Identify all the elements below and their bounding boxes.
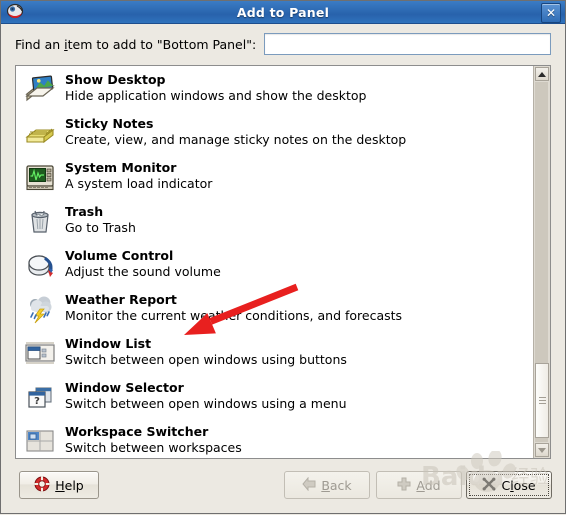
scrollbar-thumb[interactable]	[535, 362, 549, 439]
trash-icon	[24, 205, 56, 237]
title-bar[interactable]: Add to Panel ✕	[1, 1, 565, 24]
close-icon[interactable]: ✕	[541, 3, 561, 23]
sticky-notes-icon	[24, 117, 56, 149]
scroll-up-arrow[interactable]	[535, 67, 549, 81]
scrollbar-grip	[538, 395, 546, 406]
workspace-switcher-icon	[24, 425, 56, 457]
list-item[interactable]: System Monitor A system load indicator	[16, 157, 533, 201]
list-item-name: Show Desktop	[65, 72, 166, 87]
panel-app-icon	[4, 3, 26, 21]
list-item-description: Monitor the current weather conditions, …	[65, 308, 403, 323]
find-label-suffix: tem to add to "Bottom Panel":	[67, 36, 257, 52]
weather-report-icon	[24, 293, 56, 325]
window-title: Add to Panel	[236, 4, 330, 20]
search-input-wrapper[interactable]	[264, 33, 551, 55]
add-to-panel-dialog: Add to Panel ✕ Find an item to add to "B…	[0, 0, 566, 514]
system-monitor-icon	[24, 161, 56, 193]
close-button-label: Close	[501, 477, 536, 493]
list-item[interactable]: Trash Go to Trash	[16, 201, 533, 245]
list-item-name: Weather Report	[65, 292, 177, 307]
close-button[interactable]: Close	[466, 471, 552, 499]
help-button[interactable]: Help	[19, 471, 99, 499]
list-item[interactable]: ? Window Selector Switch between open win…	[16, 377, 533, 421]
close-glyph: ✕	[545, 6, 557, 20]
list-item-name: Trash	[65, 204, 104, 219]
list-item-description: Switch between open windows using button…	[65, 352, 347, 367]
help-button-label: Help	[55, 477, 84, 493]
list-item-name: Volume Control	[65, 248, 174, 263]
back-arrow-icon	[302, 476, 316, 494]
dialog-button-bar: Help Back Add Close	[1, 459, 565, 513]
list-item-name: Window Selector	[65, 380, 184, 395]
back-button-label: Back	[321, 477, 352, 493]
list-item-description: Switch between open windows using a menu	[65, 396, 347, 411]
list-item[interactable]: Show Desktop Hide application windows and…	[16, 69, 533, 113]
search-input[interactable]	[268, 37, 547, 51]
list-item-description: Switch between workspaces	[65, 440, 242, 455]
list-item-description: Hide application windows and show the de…	[65, 88, 367, 103]
list-item[interactable]: Window List Switch between open windows u…	[16, 333, 533, 377]
add-button[interactable]: Add	[376, 471, 462, 499]
window-selector-icon: ?	[24, 381, 56, 413]
show-desktop-icon	[24, 73, 56, 105]
list-item-name: Workspace Switcher	[65, 424, 209, 439]
list-item-name: System Monitor	[65, 160, 177, 175]
close-x-icon	[482, 477, 496, 494]
add-button-label: Add	[416, 477, 441, 493]
applet-list[interactable]: Show Desktop Hide application windows and…	[16, 66, 533, 458]
scroll-down-arrow[interactable]	[535, 443, 549, 457]
list-item[interactable]: Volume Control Adjust the sound volume	[16, 245, 533, 289]
list-item-description: Go to Trash	[65, 220, 136, 235]
find-row: Find an item to add to "Bottom Panel":	[1, 29, 565, 59]
applet-list-panel: Show Desktop Hide application windows and…	[15, 65, 551, 459]
volume-control-icon	[24, 249, 56, 281]
list-item-name: Window List	[65, 336, 152, 351]
svg-text:?: ?	[34, 396, 40, 407]
list-item-description: Adjust the sound volume	[65, 264, 221, 279]
find-label-prefix: Find an	[15, 36, 65, 52]
list-item-description: A system load indicator	[65, 176, 213, 191]
plus-icon	[397, 477, 411, 494]
window-list-icon	[24, 337, 56, 369]
back-button[interactable]: Back	[284, 471, 370, 499]
list-item[interactable]: Workspace Switcher Switch between workspa…	[16, 421, 533, 458]
list-item[interactable]: Weather Report Monitor the current weathe…	[16, 289, 533, 333]
vertical-scrollbar[interactable]	[533, 66, 550, 458]
help-icon	[34, 476, 50, 495]
list-item-name: Sticky Notes	[65, 116, 154, 131]
list-item[interactable]: Sticky Notes Create, view, and manage sti…	[16, 113, 533, 157]
list-item-description: Create, view, and manage sticky notes on…	[65, 132, 407, 147]
find-label: Find an item to add to "Bottom Panel":	[15, 37, 256, 52]
